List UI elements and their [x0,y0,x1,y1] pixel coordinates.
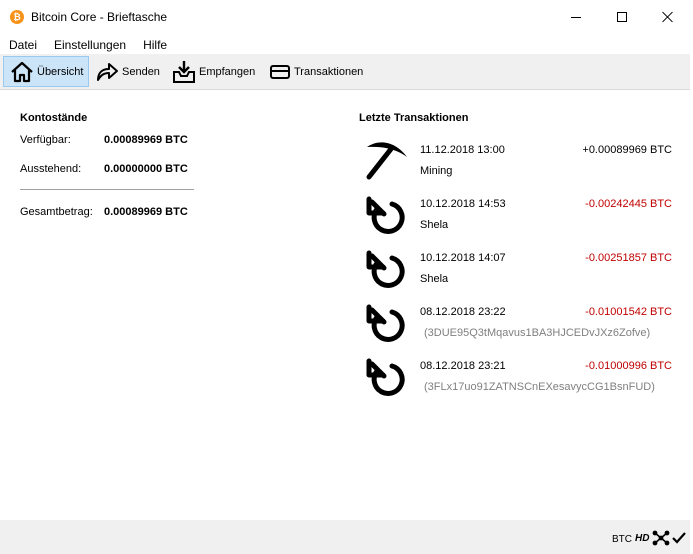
sent-arrow-icon [366,250,405,288]
menu-bar: Datei Einstellungen Hilfe [0,34,690,54]
maximize-button[interactable] [599,0,645,34]
sent-arrow-icon [366,304,405,342]
network-connections-icon[interactable] [652,530,670,546]
tab-receive[interactable]: Empfangen [172,56,255,87]
synced-check-icon [672,532,686,544]
hd-wallet-indicator: HD [635,533,650,544]
transaction-row[interactable]: 10.12.2018 14:07 -0.00251857 BTC Shela [362,246,674,300]
available-label: Verfügbar: [20,134,71,146]
tab-send[interactable]: Senden [95,56,160,87]
title-bar: ₿ Bitcoin Core - Brieftasche [0,0,690,34]
transaction-date: 08.12.2018 23:21 [420,360,506,372]
unit-selector[interactable]: BTC [612,534,632,545]
receive-inbox-icon [173,60,195,83]
transaction-row[interactable]: 11.12.2018 13:00 +0.00089969 BTC Mining [362,138,674,192]
overview-page: Kontostände Verfügbar: 0.00089969 BTC Au… [0,90,690,520]
minimize-button[interactable] [553,0,599,34]
transaction-label: Shela [420,219,449,231]
transactions-card-icon [270,64,290,79]
main-window: ₿ Bitcoin Core - Brieftasche Datei Einst… [0,0,690,554]
total-value: 0.00089969 BTC [104,206,188,218]
transaction-date: 11.12.2018 13:00 [420,144,505,156]
balance-divider [20,189,194,190]
transaction-date: 10.12.2018 14:53 [420,198,506,210]
close-icon [662,11,674,23]
tab-overview-label: Übersicht [37,65,84,78]
toolbar: Übersicht Senden Empfangen Transaktionen [0,54,690,90]
transaction-amount: -0.00242445 BTC [585,198,672,210]
transaction-address: (3DUE95Q3tMqavus1BA3HJCEDvJXz6Zofve) [424,327,651,339]
send-arrow-icon [97,62,118,81]
pending-value: 0.00000000 BTC [104,163,188,175]
tab-receive-label: Empfangen [199,65,256,78]
recent-transactions-title: Letzte Transaktionen [359,112,469,124]
status-bar: BTC HD [0,520,690,554]
menu-help[interactable]: Hilfe [134,34,175,54]
total-label: Gesamtbetrag: [20,206,93,218]
pending-label: Ausstehend: [20,163,82,175]
transaction-amount: +0.00089969 BTC [582,144,672,156]
window-title: Bitcoin Core - Brieftasche [31,10,168,24]
transaction-date: 08.12.2018 23:22 [420,306,506,318]
tab-send-label: Senden [122,65,160,78]
close-button[interactable] [645,0,691,34]
menu-settings[interactable]: Einstellungen [45,34,134,54]
sent-arrow-icon [366,358,405,396]
available-value: 0.00089969 BTC [104,134,188,146]
transaction-amount: -0.00251857 BTC [585,252,672,264]
tab-overview[interactable]: Übersicht [3,56,89,87]
tab-transactions[interactable]: Transaktionen [269,56,363,87]
transaction-row[interactable]: 08.12.2018 23:21 -0.01000996 BTC (3FLx17… [362,354,674,408]
home-icon [11,61,33,82]
menu-file[interactable]: Datei [0,34,45,54]
transaction-label: Mining [420,165,453,177]
balances-title: Kontostände [20,112,88,124]
sent-arrow-icon [366,196,405,234]
mining-pickaxe-icon [366,142,407,180]
transaction-row[interactable]: 10.12.2018 14:53 -0.00242445 BTC Shela [362,192,674,246]
transaction-address: (3FLx17uo91ZATNSCnEXesavycCG1BsnFUD) [424,381,655,393]
bitcoin-logo-icon: ₿ [10,10,24,24]
tab-transactions-label: Transaktionen [294,65,364,78]
maximize-icon [617,12,627,22]
minimize-icon [571,16,581,18]
transaction-date: 10.12.2018 14:07 [420,252,506,264]
transaction-row[interactable]: 08.12.2018 23:22 -0.01001542 BTC (3DUE95… [362,300,674,354]
transaction-label: Shela [420,273,449,285]
transaction-amount: -0.01001542 BTC [585,306,672,318]
transaction-amount: -0.01000996 BTC [585,360,672,372]
